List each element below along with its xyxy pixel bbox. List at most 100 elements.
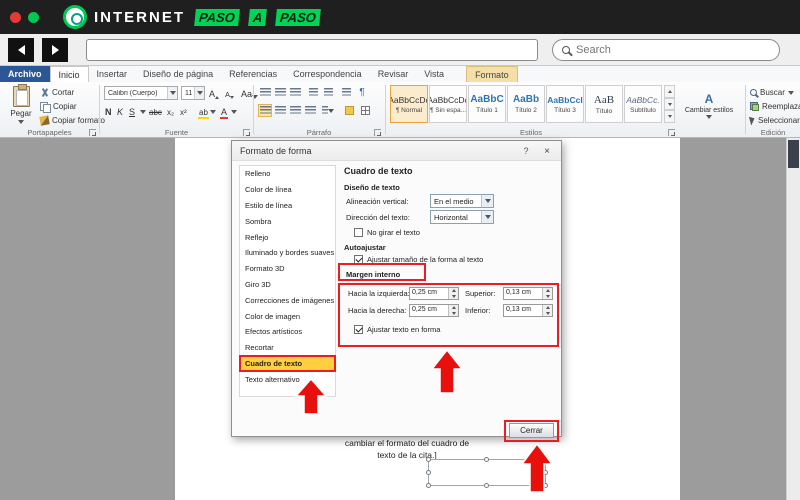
category-reflejo[interactable]: Reflejo — [240, 229, 335, 245]
no-rotate-checkbox[interactable] — [354, 228, 363, 237]
multilevel-list-button[interactable] — [288, 86, 302, 99]
style-subtitulo[interactable]: AaBbCc. Subtítulo — [624, 85, 662, 123]
bullets-button[interactable] — [258, 86, 272, 99]
show-marks-button[interactable]: ¶ — [355, 86, 369, 99]
text-direction-select[interactable]: Horizontal — [430, 210, 494, 224]
category-color-de-imagen[interactable]: Color de imagen — [240, 308, 335, 324]
tab-formato[interactable]: Formato — [466, 66, 518, 82]
superscript-button[interactable]: x² — [179, 104, 188, 117]
shading-button[interactable] — [342, 104, 356, 117]
chevron-down-icon[interactable] — [231, 110, 237, 114]
gallery-up-button[interactable] — [664, 85, 675, 98]
font-name-select[interactable]: Calibri (Cuerpo) — [104, 86, 178, 100]
highlight-color-button[interactable]: ab — [198, 104, 209, 117]
change-styles-button[interactable]: A Cambiar estilos — [678, 85, 740, 125]
shrink-font-button[interactable]: A — [224, 86, 235, 99]
tab-vista[interactable]: Vista — [416, 66, 452, 82]
cerrar-button[interactable]: Cerrar — [509, 423, 554, 438]
forward-button[interactable] — [42, 37, 68, 62]
style-normal[interactable]: AaBbCcDc ¶ Normal — [390, 85, 428, 123]
tab-inicio[interactable]: Inicio — [49, 66, 89, 82]
category-estilo-de-linea[interactable]: Estilo de línea — [240, 198, 335, 214]
dialog-launcher-icon[interactable] — [243, 129, 250, 136]
tab-diseno-de-pagina[interactable]: Diseño de página — [135, 66, 221, 82]
underline-button[interactable]: S — [128, 104, 136, 117]
grow-font-button[interactable]: A — [208, 86, 220, 99]
select-button[interactable]: Seleccionar — [748, 114, 800, 127]
category-cuadro-de-texto[interactable]: Cuadro de texto — [239, 354, 336, 373]
numbering-button[interactable] — [273, 86, 287, 99]
search-input[interactable] — [576, 43, 770, 56]
font-color-button[interactable]: A — [220, 104, 228, 117]
category-recortar[interactable]: Recortar — [240, 340, 335, 356]
format-painter-button[interactable]: Copiar formato — [38, 114, 107, 127]
font-size-select[interactable]: 11 — [181, 86, 205, 100]
margin-bottom-input[interactable]: 0,13 cm — [503, 304, 553, 317]
increase-indent-button[interactable] — [321, 86, 335, 99]
wrap-text-checkbox[interactable] — [354, 325, 363, 334]
style-titulo-1[interactable]: AaBbC Título 1 — [468, 85, 506, 123]
chevron-down-icon[interactable] — [140, 110, 146, 114]
tab-insertar[interactable]: Insertar — [89, 66, 136, 82]
resize-shape-checkbox[interactable] — [354, 255, 363, 264]
selection-handle[interactable] — [426, 483, 431, 488]
category-efectos-artisticos[interactable]: Efectos artísticos — [240, 324, 335, 340]
selection-handle[interactable] — [484, 457, 489, 462]
line-spacing-button[interactable] — [321, 104, 335, 117]
tab-revisar[interactable]: Revisar — [370, 66, 417, 82]
dialog-launcher-icon[interactable] — [668, 129, 675, 136]
dialog-help-button[interactable]: ? — [519, 144, 533, 158]
spinner-down-icon[interactable] — [449, 293, 458, 299]
tab-referencias[interactable]: Referencias — [221, 66, 285, 82]
align-center-button[interactable] — [273, 104, 287, 117]
selection-handle[interactable] — [484, 483, 489, 488]
tab-archivo[interactable]: Archivo — [0, 66, 50, 82]
bold-button[interactable]: N — [104, 104, 113, 117]
dialog-launcher-icon[interactable] — [374, 129, 381, 136]
borders-button[interactable] — [358, 104, 372, 117]
search-box[interactable] — [552, 38, 780, 61]
vertical-scrollbar[interactable] — [786, 138, 800, 500]
decrease-indent-button[interactable] — [306, 86, 320, 99]
align-left-button[interactable] — [258, 104, 272, 117]
margin-top-input[interactable]: 0,13 cm — [503, 287, 553, 300]
margin-left-input[interactable]: 0,25 cm — [409, 287, 459, 300]
copy-button[interactable]: Copiar — [38, 100, 79, 113]
cut-button[interactable]: Cortar — [38, 86, 76, 99]
category-giro-3d[interactable]: Giro 3D — [240, 277, 335, 293]
sort-button[interactable] — [339, 86, 353, 99]
strikethrough-button[interactable]: abc — [148, 104, 163, 117]
paste-button[interactable]: Pegar — [5, 84, 37, 131]
gallery-more-button[interactable] — [664, 110, 675, 124]
selection-handle[interactable] — [426, 457, 431, 462]
category-correcciones[interactable]: Correcciones de imágenes — [240, 292, 335, 308]
dialog-close-icon[interactable]: × — [540, 144, 554, 158]
scrollbar-thumb[interactable] — [788, 140, 799, 168]
tab-correspondencia[interactable]: Correspondencia — [285, 66, 370, 82]
margin-right-input[interactable]: 0,25 cm — [409, 304, 459, 317]
style-sin-espaciado[interactable]: AaBbCcDc ¶ Sin espa... — [429, 85, 467, 123]
dialog-title-bar[interactable]: Formato de forma — [232, 141, 561, 161]
category-formato-3d[interactable]: Formato 3D — [240, 261, 335, 277]
style-titulo[interactable]: AaB Título — [585, 85, 623, 123]
category-color-de-linea[interactable]: Color de línea — [240, 182, 335, 198]
spinner-down-icon[interactable] — [543, 310, 552, 316]
subscript-button[interactable]: x₂ — [166, 104, 175, 117]
gallery-down-button[interactable] — [664, 97, 675, 111]
dialog-launcher-icon[interactable] — [89, 129, 96, 136]
address-input[interactable] — [86, 38, 538, 61]
selection-handle[interactable] — [426, 469, 431, 475]
style-titulo-2[interactable]: AaBb Título 2 — [507, 85, 545, 123]
align-right-button[interactable] — [288, 104, 302, 117]
find-button[interactable]: Buscar — [748, 86, 796, 99]
back-button[interactable] — [8, 37, 34, 62]
category-iluminado[interactable]: Iluminado y bordes suaves — [240, 245, 335, 261]
spinner-down-icon[interactable] — [449, 310, 458, 316]
justify-button[interactable] — [303, 104, 317, 117]
spinner-down-icon[interactable] — [543, 293, 552, 299]
vertical-alignment-select[interactable]: En el medio — [430, 194, 494, 208]
category-sombra[interactable]: Sombra — [240, 213, 335, 229]
style-titulo-3[interactable]: AaBbCcI Título 3 — [546, 85, 584, 123]
italic-button[interactable]: K — [116, 104, 124, 117]
replace-button[interactable]: Reemplazar — [748, 100, 800, 113]
